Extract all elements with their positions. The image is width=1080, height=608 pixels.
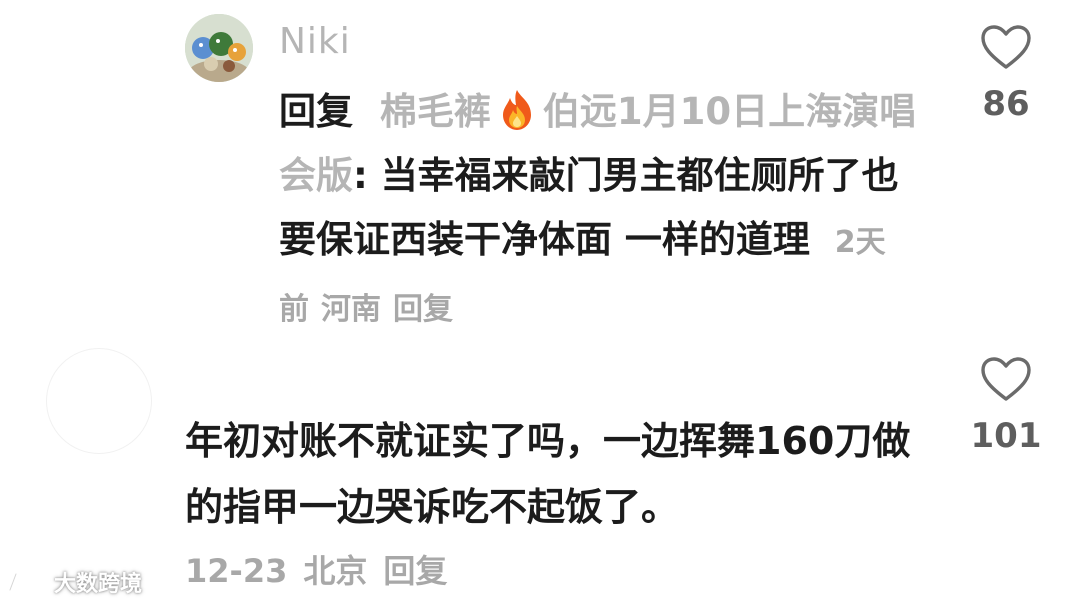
reply-prefix: 回复: [279, 90, 353, 133]
reply-like-group: 86: [956, 24, 1056, 124]
watermark-text: 大数跨境: [54, 572, 143, 597]
reply-text: 当幸福来敲门男主都住厕所了也要保证西装干净体面 一样的道理: [279, 154, 899, 261]
comment-meta: 12-23 北京 回复: [185, 546, 463, 592]
fire-emoji-icon: [502, 90, 531, 130]
comment-thread: Niki 回复 棉毛裤 伯远1月10日上海演唱会版: 当幸福来敲门男主都住厕所了…: [0, 0, 1080, 608]
heart-outline-icon[interactable]: [980, 24, 1032, 70]
reply-user-avatar[interactable]: [185, 14, 253, 82]
reply-colon: :: [353, 154, 368, 197]
reply-to-name-part1[interactable]: 棉毛裤: [380, 90, 491, 133]
reply-content: 回复 棉毛裤 伯远1月10日上海演唱会版: 当幸福来敲门男主都住厕所了也要保证西…: [279, 80, 919, 342]
comment-location: 北京: [303, 552, 368, 590]
comment-like-group: 101: [956, 356, 1056, 456]
watermark-logo-icon: [8, 572, 46, 592]
avatar-image: [185, 14, 253, 82]
reply-username[interactable]: Niki: [279, 18, 351, 66]
watermark: 大数跨境: [6, 566, 142, 598]
comment-text: 年初对账不就证实了吗，一边挥舞160刀做的指甲一边哭诉吃不起饭了。: [185, 419, 911, 529]
heart-outline-icon[interactable]: [980, 356, 1032, 402]
comment-reply-button[interactable]: 回复: [383, 552, 447, 590]
comment-user-avatar[interactable]: [46, 348, 152, 454]
reply-reply-button[interactable]: 回复: [393, 292, 453, 327]
reply-like-count: 86: [982, 84, 1030, 124]
comment-date: 12-23: [185, 552, 288, 590]
reply-location: 河南: [321, 292, 381, 327]
comment-like-count: 101: [970, 416, 1042, 456]
